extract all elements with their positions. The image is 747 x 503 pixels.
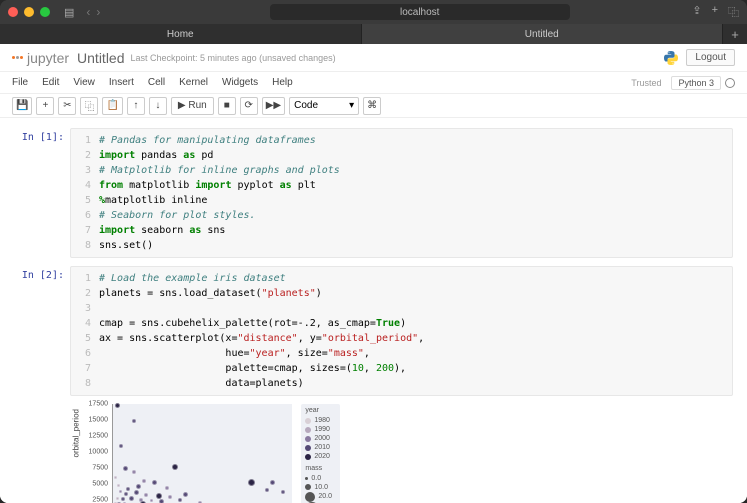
kernel-status-icon [725, 78, 735, 88]
titlebar: ▤ ‹ › localhost ⇪ + ⿻ [0, 0, 747, 24]
move-down-button[interactable]: ↓ [149, 97, 167, 115]
menu-kernel[interactable]: Kernel [179, 77, 208, 88]
cut-button[interactable]: ✂ [58, 97, 76, 115]
address-bar[interactable]: localhost [270, 4, 570, 20]
move-up-button[interactable]: ↑ [127, 97, 145, 115]
y-axis-ticks: 025005000750010000125001500017500 [82, 404, 110, 503]
checkpoint-text: Last Checkpoint: 5 minutes ago (unsaved … [131, 53, 336, 63]
forward-icon[interactable]: › [96, 5, 100, 19]
menu-view[interactable]: View [73, 77, 95, 88]
run-button[interactable]: ▶ Run [171, 97, 214, 115]
code-input[interactable]: 1# Pandas for manipulating dataframes2im… [70, 128, 733, 258]
y-axis-label: orbital_period [72, 409, 81, 457]
browser-tab-home[interactable]: Home [0, 24, 362, 44]
plot-area [112, 404, 292, 503]
chevron-down-icon: ▾ [349, 100, 354, 111]
minimize-icon[interactable] [24, 7, 34, 17]
window-controls [8, 7, 50, 17]
copy-button[interactable]: ⿻ [80, 97, 98, 115]
notebook-title[interactable]: Untitled [77, 50, 124, 66]
celltype-select[interactable]: Code▾ [289, 97, 359, 115]
browser-tab-untitled[interactable]: Untitled [362, 24, 724, 44]
nav-buttons: ‹ › [86, 5, 100, 19]
add-cell-button[interactable]: + [36, 97, 54, 115]
python-icon [662, 49, 680, 67]
kernel-indicator[interactable]: Python 3 [671, 76, 721, 90]
zoom-icon[interactable] [40, 7, 50, 17]
browser-tabs: Home Untitled + [0, 24, 747, 44]
toolbar: 💾 + ✂ ⿻ 📋 ↑ ↓ ▶ Run ■ ⟳ ▶▶ Code▾ ⌘ [0, 94, 747, 118]
new-tab-icon[interactable]: + [712, 4, 718, 20]
notebook-page: jupyter Untitled Last Checkpoint: 5 minu… [0, 44, 747, 503]
close-icon[interactable] [8, 7, 18, 17]
menu-insert[interactable]: Insert [109, 77, 134, 88]
save-button[interactable]: 💾 [12, 97, 32, 115]
share-icon[interactable]: ⇪ [692, 4, 701, 20]
menu-widgets[interactable]: Widgets [222, 77, 258, 88]
cell-output: orbital_period 0250050007500100001250015… [70, 396, 733, 503]
cell-prompt: In [1]: [14, 128, 70, 258]
menu-cell[interactable]: Cell [148, 77, 165, 88]
back-icon[interactable]: ‹ [86, 5, 90, 19]
menu-help[interactable]: Help [272, 77, 293, 88]
jupyter-logo-text: jupyter [27, 50, 69, 66]
chart-legend: year19801990200020102020mass0.010.020.03… [301, 404, 340, 503]
cell-prompt: In [2]: [14, 266, 70, 503]
tab-plus-icon[interactable]: + [723, 24, 747, 44]
code-input[interactable]: 1# Load the example iris dataset2planets… [70, 266, 733, 396]
logout-button[interactable]: Logout [686, 49, 735, 66]
code-cell[interactable]: In [2]: 1# Load the example iris dataset… [14, 266, 733, 503]
menu-file[interactable]: File [12, 77, 28, 88]
scatter-chart: orbital_period 0250050007500100001250015… [82, 400, 342, 503]
trusted-indicator[interactable]: Trusted [631, 78, 661, 88]
run-all-button[interactable]: ▶▶ [262, 97, 285, 115]
sidebar-icon[interactable]: ▤ [64, 6, 74, 19]
stop-button[interactable]: ■ [218, 97, 236, 115]
restart-button[interactable]: ⟳ [240, 97, 258, 115]
tabs-icon[interactable]: ⿻ [728, 4, 739, 20]
browser-window: ▤ ‹ › localhost ⇪ + ⿻ Home Untitled + ju… [0, 0, 747, 503]
code-cell[interactable]: In [1]: 1# Pandas for manipulating dataf… [14, 128, 733, 258]
paste-button[interactable]: 📋 [102, 97, 122, 115]
jupyter-header: jupyter Untitled Last Checkpoint: 5 minu… [0, 44, 747, 72]
menu-bar: File Edit View Insert Cell Kernel Widget… [0, 72, 747, 94]
notebook-body[interactable]: In [1]: 1# Pandas for manipulating dataf… [0, 118, 747, 503]
jupyter-logo[interactable]: jupyter [12, 50, 69, 66]
menu-edit[interactable]: Edit [42, 77, 59, 88]
command-palette-button[interactable]: ⌘ [363, 97, 381, 115]
